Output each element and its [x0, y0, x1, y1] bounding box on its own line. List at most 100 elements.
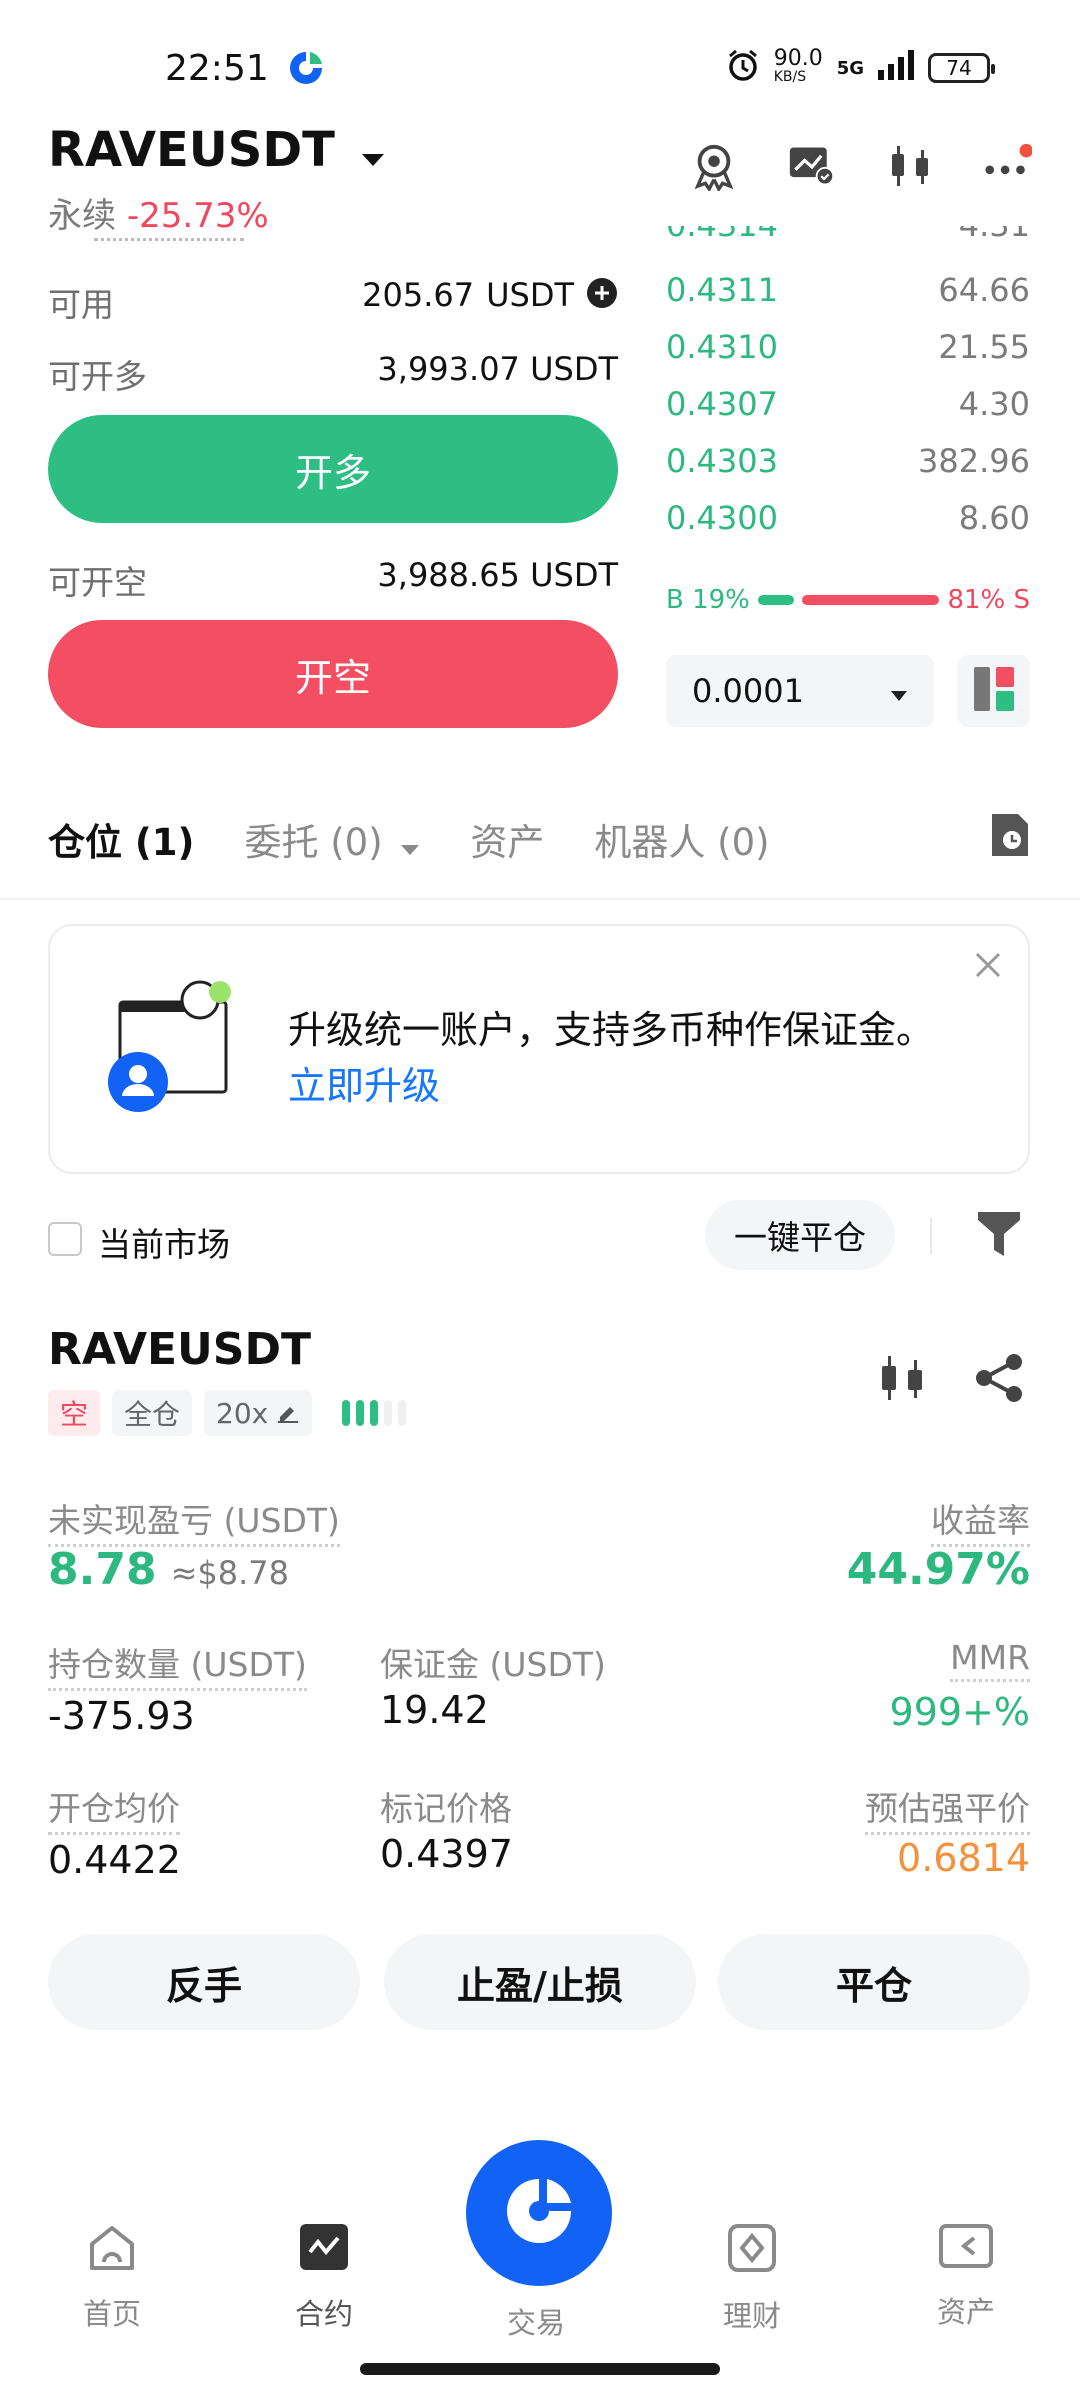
caret-down-icon: [400, 823, 420, 866]
trade-icon: [499, 2171, 579, 2255]
pair-selector[interactable]: RAVEUSDT: [48, 122, 386, 181]
mmr-value: 999+%: [889, 1690, 1030, 1734]
orderbook-row[interactable]: 0.4300 8.60: [666, 490, 1030, 546]
reverse-button[interactable]: 反手: [48, 1934, 360, 2030]
margin-value: 19.42: [380, 1688, 489, 1732]
badge-icon[interactable]: [690, 142, 738, 191]
history-doc-icon[interactable]: [988, 810, 1032, 864]
home-icon: [86, 2222, 138, 2279]
filter-icon[interactable]: [976, 1210, 1022, 1262]
tick-size-value: 0.0001: [692, 672, 804, 710]
entry-price-label: 开仓均价: [48, 1782, 180, 1835]
buy-sell-ratio: B 19% 81% S: [666, 585, 1030, 615]
earn-icon: [726, 2222, 778, 2281]
unrealized-pnl-label: 未实现盈亏 (USDT): [48, 1494, 340, 1547]
orderbook-partial-row: 0.4314 4.31: [666, 226, 1030, 248]
position-tags: 空 全仓 20x: [48, 1390, 407, 1436]
long-max-label: 可开多: [48, 357, 147, 396]
close-all-button[interactable]: 一键平仓: [705, 1200, 895, 1270]
roe-value: 44.97%: [846, 1544, 1030, 1595]
contract-type: 永续: [48, 196, 116, 236]
available-balance: 205.67 USDT: [362, 276, 618, 314]
upgrade-banner-text: 升级统一账户，支持多币种作保证金。 立即升级: [288, 1008, 935, 1108]
orderbook-row[interactable]: 0.4310 21.55: [666, 319, 1030, 375]
dotted-underline: [94, 238, 244, 241]
nav-home[interactable]: 首页: [42, 2222, 182, 2333]
nav-trade-button[interactable]: [466, 2140, 612, 2286]
tab-orders[interactable]: 委托 (0): [244, 812, 420, 866]
available-unit: USDT: [486, 276, 574, 314]
sell-ratio-label: 81% S: [947, 585, 1030, 615]
mark-price-label: 标记价格: [380, 1789, 512, 1828]
caret-down-icon: [890, 672, 908, 710]
position-size-value: -375.93: [48, 1694, 195, 1738]
nav-assets[interactable]: 资产: [896, 2222, 1036, 2331]
roe-label: 收益率: [931, 1494, 1030, 1547]
nav-earn[interactable]: 理财: [682, 2222, 822, 2335]
candlestick-icon[interactable]: [878, 1352, 926, 1408]
signal-icon: [878, 50, 914, 86]
position-symbol: RAVEUSDT: [48, 1324, 312, 1375]
upgrade-banner[interactable]: 升级统一账户，支持多币种作保证金。 立即升级: [48, 924, 1030, 1174]
signal-label: 5G: [836, 57, 864, 79]
app-notification-icon: [286, 48, 326, 92]
share-icon[interactable]: [974, 1352, 1026, 1408]
nav-trade-label[interactable]: 交易: [466, 2300, 606, 2342]
buy-ratio-label: B 19%: [666, 585, 750, 615]
add-funds-icon[interactable]: [586, 277, 618, 313]
status-time: 22:51: [165, 48, 269, 89]
open-short-button[interactable]: 开空: [48, 620, 618, 728]
orderbook-row[interactable]: 0.4311 64.66: [666, 262, 1030, 318]
tab-assets[interactable]: 资产: [470, 812, 544, 866]
close-icon[interactable]: [974, 948, 1002, 988]
leverage-tag[interactable]: 20x: [204, 1390, 313, 1436]
price-change: -25.73%: [126, 196, 269, 236]
mmr-label: MMR: [950, 1638, 1030, 1682]
orderbook-row[interactable]: 0.4303 382.96: [666, 433, 1030, 489]
leverage-level-indicator: [342, 1400, 407, 1426]
header-actions: [690, 142, 1032, 191]
current-market-label: 当前市场: [98, 1225, 230, 1264]
upgrade-now-link[interactable]: 立即升级: [288, 1064, 440, 1108]
margin-mode-tag: 全仓: [112, 1390, 193, 1436]
open-long-button[interactable]: 开多: [48, 415, 618, 523]
unrealized-pnl-value: 8.78: [48, 1544, 157, 1595]
divider: [0, 898, 1080, 900]
margin-label: 保证金 (USDT): [380, 1645, 606, 1684]
home-indicator: [360, 2363, 720, 2375]
nav-futures[interactable]: 合约: [254, 2222, 394, 2333]
position-tabs: 仓位 (1) 委托 (0) 资产 机器人 (0): [48, 812, 770, 866]
close-position-button[interactable]: 平仓: [718, 1934, 1030, 2030]
chart-icon[interactable]: [788, 142, 836, 190]
tick-size-select[interactable]: 0.0001: [666, 655, 934, 727]
edit-icon: [276, 1397, 300, 1430]
liquidation-price-value: 0.6814: [897, 1836, 1030, 1880]
tab-positions[interactable]: 仓位 (1): [48, 812, 194, 866]
buy-ratio-bar: [757, 595, 794, 605]
futures-icon: [298, 2222, 350, 2279]
long-max-value: 3,993.07 USDT: [377, 350, 618, 388]
pair-subtitle: 永续 -25.73%: [48, 188, 269, 241]
short-max-label: 可开空: [48, 563, 147, 602]
liquidation-price-label: 预估强平价: [865, 1782, 1030, 1835]
current-market-checkbox[interactable]: [48, 1222, 82, 1256]
tab-bots[interactable]: 机器人 (0): [594, 812, 769, 866]
account-upgrade-illustration: [106, 978, 238, 1118]
short-max-value: 3,988.65 USDT: [377, 556, 618, 594]
unrealized-pnl-usd: ≈$8.78: [170, 1554, 289, 1592]
pair-name: RAVEUSDT: [48, 122, 335, 178]
orderbook-layout-button[interactable]: [958, 655, 1030, 727]
caret-down-icon: [360, 125, 386, 181]
sell-ratio-bar: [801, 595, 940, 605]
candlestick-icon[interactable]: [886, 142, 934, 190]
divider: [930, 1218, 932, 1254]
unrealized-pnl: 8.78 ≈$8.78: [48, 1544, 289, 1595]
side-tag: 空: [48, 1390, 101, 1436]
alarm-icon: [726, 48, 760, 88]
orderbook-row[interactable]: 0.4307 4.30: [666, 376, 1030, 432]
mark-price-value: 0.4397: [380, 1832, 513, 1876]
battery-icon: 74: [928, 53, 995, 83]
more-icon[interactable]: [984, 142, 1032, 190]
tp-sl-button[interactable]: 止盈/止损: [384, 1934, 696, 2030]
wallet-icon: [938, 2222, 994, 2277]
